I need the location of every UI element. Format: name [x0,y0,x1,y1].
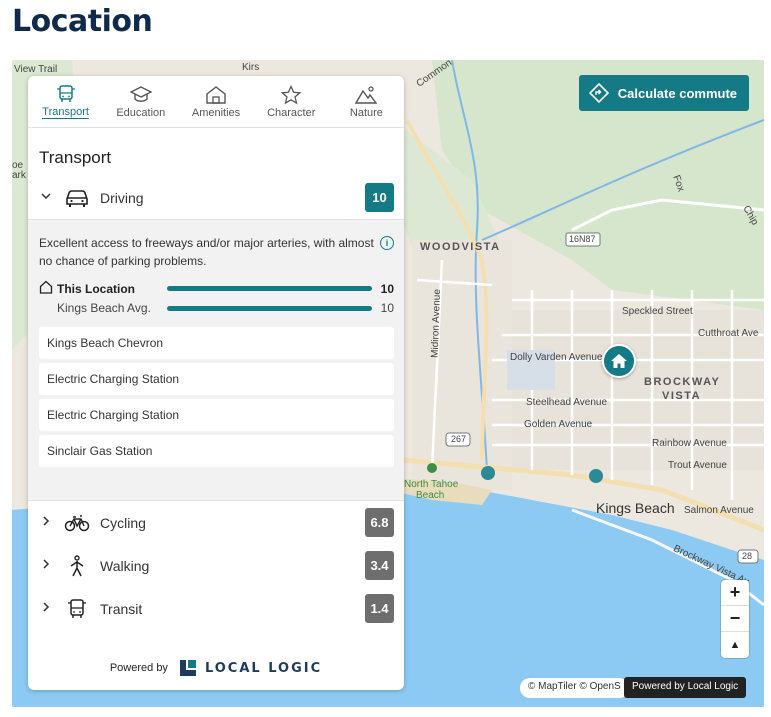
cycling-label: Cycling [100,514,146,531]
tab-transport[interactable]: Transport [28,76,103,127]
map-label-salmon: Salmon Avenue [684,505,754,516]
driving-score-badge: 10 [365,183,394,212]
driving-detail: Excellent access to freeways and/or majo… [28,219,404,501]
section-title: Transport [39,148,112,167]
poi-item[interactable]: Electric Charging Station [39,399,394,431]
chevron-right-icon [40,515,54,530]
powered-by-local-logic-badge[interactable]: Powered by Local Logic [624,677,747,698]
category-row-cycling[interactable]: Cycling 6.8 [28,501,404,544]
directions-icon [588,83,609,103]
chevron-right-icon [40,558,54,573]
walking-score-badge: 3.4 [365,551,394,580]
map-label-kirs: Kirs [242,62,260,73]
local-logic-logo-text: LOCAL LOGIC [204,660,323,676]
map-label-vista: VISTA [662,390,702,402]
driving-label: Driving [100,189,144,206]
bicycle-icon [64,514,90,531]
home-outline-icon [39,280,57,297]
star-icon [280,84,302,104]
poi-list: Kings Beach Chevron Electric Charging St… [39,327,394,467]
avg-label: Kings Beach Avg. [57,301,151,315]
tab-transport-label: Transport [42,106,89,119]
map-label-route-267: 267 [451,434,467,444]
zoom-in-button[interactable]: + [721,580,749,606]
map-label-golden: Golden Avenue [524,419,593,430]
map-attribution[interactable]: © MapTiler © OpenS [520,678,629,698]
chevron-down-icon [40,190,54,205]
tab-character[interactable]: Character [254,76,329,127]
transit-bus-icon [68,598,86,618]
map-label-brockway: BROCKWAY [644,376,721,388]
graduation-cap-icon [129,85,152,102]
home-icon [611,354,627,368]
calculate-commute-label: Calculate commute [617,85,737,101]
compass-icon: ▲ [729,639,741,651]
calculate-commute-button[interactable]: Calculate commute [578,75,749,111]
map-label-north-tahoe: North Tahoe [404,479,459,490]
zoom-controls: + − ▲ [721,580,749,658]
category-row-transit[interactable]: Transit 1.4 [28,587,404,630]
category-row-driving[interactable]: Driving 10 [28,176,404,219]
avg-bar [167,305,372,311]
page-title: Location [12,4,153,39]
walking-label: Walking [100,557,150,574]
map-label-trout: Trout Avenue [668,460,727,471]
local-logic-logo-icon [179,660,196,676]
powered-by-label: Powered by [109,662,168,674]
tab-character-label: Character [267,106,316,119]
map-label-ark: ark [12,170,26,181]
map-label-speckled: Speckled Street [622,306,693,317]
tab-amenities-label: Amenities [191,106,241,119]
driving-description: Excellent access to freeways and/or majo… [39,236,374,268]
map-label-route-28: 28 [742,551,753,561]
mountain-icon [355,85,378,104]
map-label-16n87: 16N87 [569,234,596,244]
category-tabs: Transport Education Amenities Character … [28,76,404,128]
poi-item[interactable]: Electric Charging Station [39,363,394,395]
transit-score-badge: 1.4 [365,594,394,623]
car-icon [66,189,88,207]
walking-icon [70,554,84,576]
tab-education[interactable]: Education [103,76,178,127]
house-icon [206,85,226,104]
poi-item[interactable]: Sinclair Gas Station [39,435,394,467]
info-icon[interactable]: i [380,236,394,250]
score-panel: Transport Education Amenities Character … [28,76,404,690]
tab-education-label: Education [116,106,166,119]
chevron-right-icon [40,601,54,616]
avg-value: 10 [380,301,394,315]
map-label-steelhead: Steelhead Avenue [526,397,608,408]
map-label-rainbow: Rainbow Avenue [652,438,727,449]
map-label-dolly: Dolly Varden Avenue [510,352,603,363]
zoom-out-button[interactable]: − [721,606,749,632]
local-logic-logo[interactable]: LOCAL LOGIC [178,658,322,678]
map-label-woodvista: WOODVISTA [420,241,501,253]
home-marker[interactable] [602,344,636,378]
map-label-view-trail: View Trail [14,64,58,75]
category-row-walking[interactable]: Walking 3.4 [28,544,404,587]
map-label-beach: Beach [416,490,445,501]
this-location-value: 10 [380,281,394,296]
powered-by-footer: Powered by LOCAL LOGIC [28,658,404,678]
transit-label: Transit [100,600,143,617]
this-location-bar [167,286,372,291]
this-location-label: This Location [57,281,135,296]
poi-item[interactable]: Kings Beach Chevron [39,327,394,359]
compass-button[interactable]: ▲ [721,632,749,658]
bus-icon [56,85,75,102]
tab-nature[interactable]: Nature [329,76,404,127]
map-label-kings-beach: Kings Beach [596,500,675,516]
tab-amenities[interactable]: Amenities [178,76,253,127]
tab-nature-label: Nature [349,106,383,119]
cycling-score-badge: 6.8 [365,508,394,537]
map-label-cutthroat: Cutthroat Ave [698,328,759,339]
